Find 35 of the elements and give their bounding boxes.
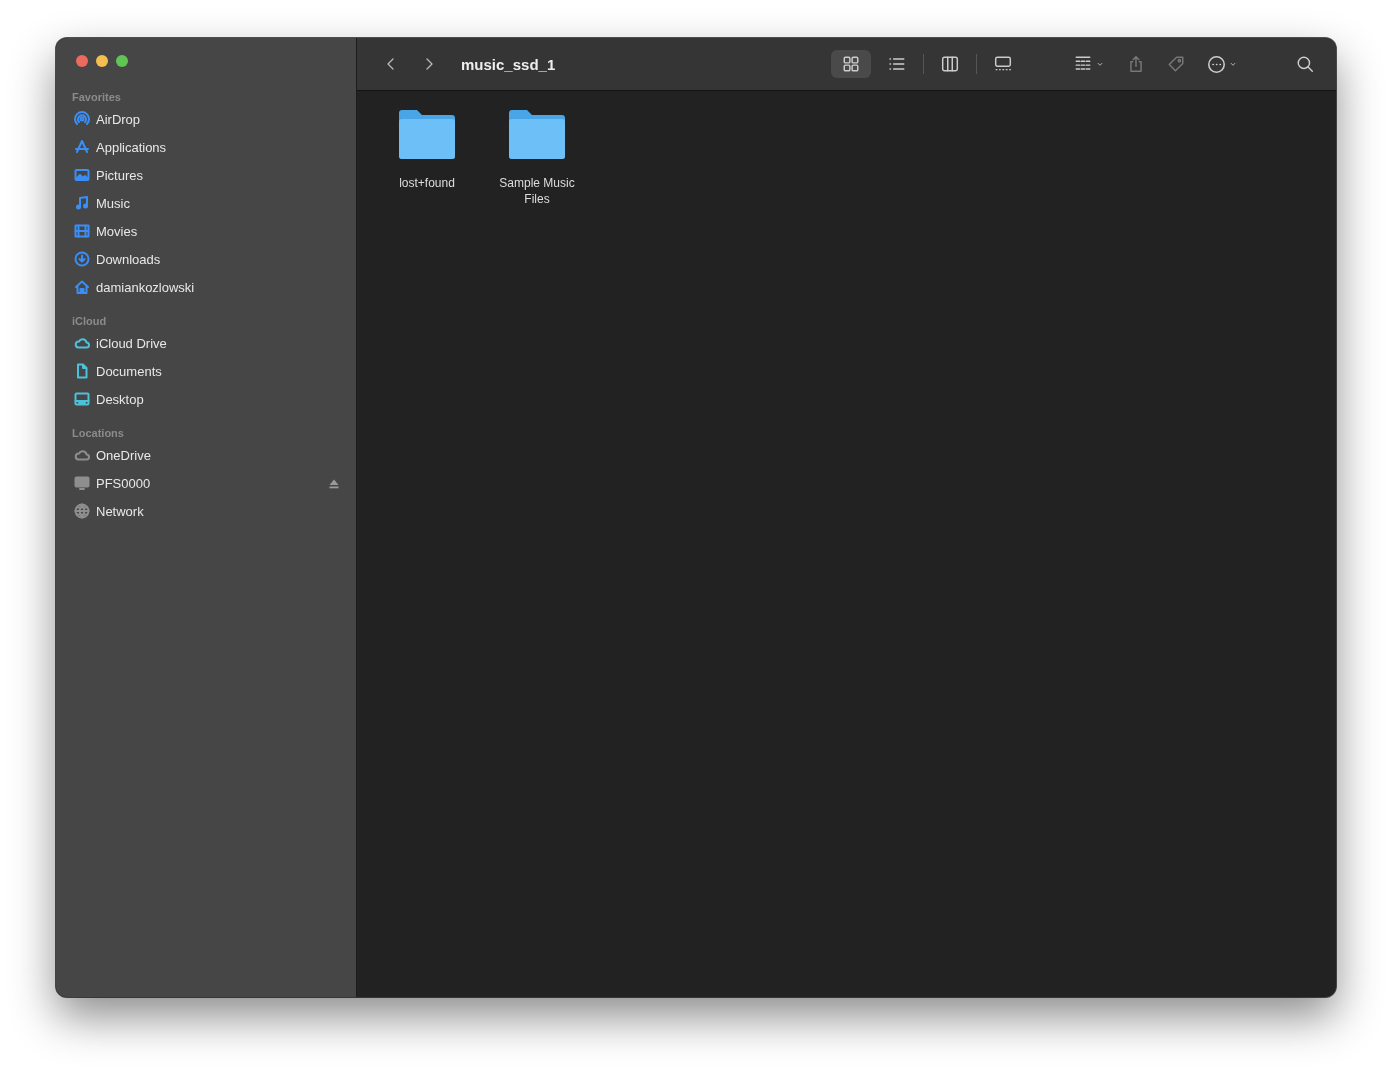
ellipsis-circle-icon: [1207, 54, 1226, 74]
folder-name[interactable]: Sample Music Files: [487, 175, 587, 207]
sidebar-item[interactable]: Music: [56, 189, 356, 217]
sidebar-item[interactable]: iCloud Drive: [56, 329, 356, 357]
sidebar-heading: Favorites: [71, 91, 122, 103]
sidebar-item[interactable]: Applications: [56, 133, 356, 161]
sidebar-item[interactable]: PFS0000: [56, 469, 356, 497]
sidebar-item[interactable]: damiankozlowski: [56, 273, 356, 301]
sidebar-item[interactable]: Movies: [56, 217, 356, 245]
column-view-icon: [941, 55, 959, 73]
sidebar-heading: Locations: [71, 427, 125, 439]
sidebar-item[interactable]: OneDrive: [56, 441, 356, 469]
sidebar-item[interactable]: Desktop: [56, 385, 356, 413]
sidebar-item[interactable]: Pictures: [56, 161, 356, 189]
search-icon: [1296, 55, 1314, 73]
group-icon: [1073, 55, 1093, 73]
list-view-icon: [888, 55, 906, 73]
folder-name[interactable]: lost+found: [377, 175, 477, 191]
folder-icon[interactable]: [507, 109, 567, 161]
gallery-view-icon: [994, 55, 1012, 73]
sidebar-heading: iCloud: [71, 315, 108, 327]
sidebar-item[interactable]: Downloads: [56, 245, 356, 273]
window-title: music_ssd_1: [461, 55, 557, 73]
tag-icon: [1167, 55, 1185, 73]
grid-view-icon: [842, 55, 860, 73]
sidebar-item[interactable]: Network: [56, 497, 356, 525]
minimize-button[interactable]: [96, 55, 108, 67]
close-button[interactable]: [76, 55, 88, 67]
share-icon: [1127, 55, 1145, 73]
folder-icon[interactable]: [397, 109, 457, 161]
eject-icon[interactable]: [328, 477, 340, 489]
zoom-button[interactable]: [116, 55, 128, 67]
sidebar-item[interactable]: Documents: [56, 357, 356, 385]
sidebar-item[interactable]: AirDrop: [56, 105, 356, 133]
view-button[interactable]: [831, 50, 871, 78]
